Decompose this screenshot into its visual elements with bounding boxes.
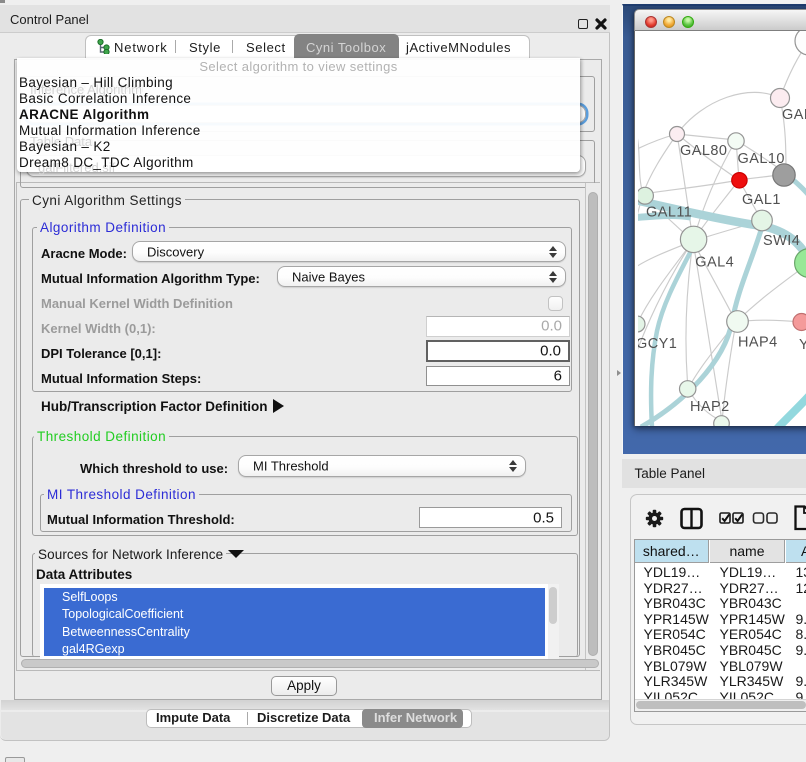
svg-text:GAL2: GAL2 [782,107,806,123]
svg-text:Y: Y [799,337,806,353]
svg-text:GAL10: GAL10 [738,151,785,167]
svg-text:GAL80: GAL80 [680,143,727,159]
svg-text:GCY1: GCY1 [638,336,677,352]
svg-text:GAL1: GAL1 [742,192,781,208]
svg-text:GAL11: GAL11 [646,205,692,221]
svg-text:HAP4: HAP4 [738,335,778,351]
svg-text:SWI4: SWI4 [763,233,800,249]
svg-text:HAP2: HAP2 [690,399,730,415]
svg-text:GAL4: GAL4 [695,255,734,271]
